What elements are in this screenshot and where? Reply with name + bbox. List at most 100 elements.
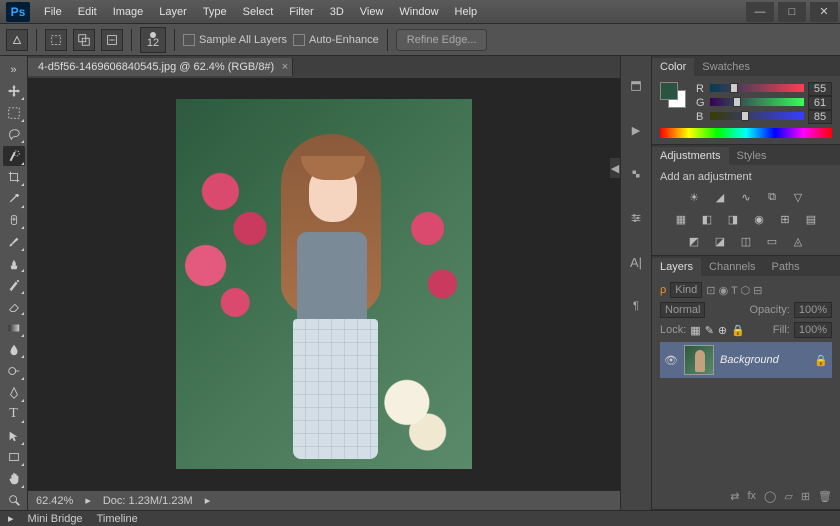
g-value[interactable]: 61 — [808, 96, 832, 110]
clone-stamp-tool[interactable] — [3, 254, 25, 274]
type-tool[interactable]: T — [3, 405, 25, 425]
menu-select[interactable]: Select — [235, 2, 282, 22]
expand-icon[interactable]: ▸ — [8, 512, 14, 525]
link-layers-icon[interactable]: ⇄ — [730, 490, 739, 503]
close-tab-icon[interactable]: × — [282, 61, 288, 73]
blend-mode-select[interactable]: Normal — [660, 302, 705, 318]
hand-tool[interactable] — [3, 469, 25, 489]
brush-tool[interactable] — [3, 232, 25, 252]
b-value[interactable]: 85 — [808, 110, 832, 124]
menu-layer[interactable]: Layer — [151, 2, 195, 22]
lookup-icon[interactable]: ▤ — [802, 211, 820, 227]
character-panel-icon[interactable]: A| — [626, 252, 646, 272]
refine-edge-button[interactable]: Refine Edge... — [396, 29, 488, 51]
menu-3d[interactable]: 3D — [322, 2, 352, 22]
new-layer-icon[interactable]: ⊞ — [801, 490, 810, 503]
sample-all-layers-checkbox[interactable]: Sample All Layers — [183, 34, 287, 46]
fill-input[interactable]: 100% — [794, 322, 832, 338]
blur-tool[interactable] — [3, 340, 25, 360]
gradient-tool[interactable] — [3, 318, 25, 338]
menu-type[interactable]: Type — [195, 2, 235, 22]
menu-window[interactable]: Window — [391, 2, 446, 22]
hue-sat-icon[interactable]: ▦ — [672, 211, 690, 227]
collapse-icon[interactable]: » — [3, 60, 25, 80]
layer-style-icon[interactable]: fx — [747, 490, 756, 503]
bw-icon[interactable]: ◨ — [724, 211, 742, 227]
history-brush-tool[interactable] — [3, 275, 25, 295]
tab-adjustments[interactable]: Adjustments — [652, 147, 729, 165]
maximize-button[interactable]: □ — [778, 2, 806, 22]
vibrance-icon[interactable]: ▽ — [789, 189, 807, 205]
layer-thumbnail[interactable] — [684, 345, 714, 375]
tab-channels[interactable]: Channels — [701, 258, 763, 276]
gradient-map-icon[interactable]: ▭ — [763, 233, 781, 249]
eraser-tool[interactable] — [3, 297, 25, 317]
new-group-icon[interactable]: ▱ — [784, 490, 792, 503]
tab-color[interactable]: Color — [652, 58, 694, 76]
actions-panel-icon[interactable]: ▶ — [626, 120, 646, 140]
minimize-button[interactable]: — — [746, 2, 774, 22]
quick-selection-tool[interactable] — [3, 146, 25, 166]
menu-file[interactable]: File — [36, 2, 70, 22]
lock-position-icon[interactable]: ⊕ — [718, 324, 727, 337]
dodge-tool[interactable] — [3, 361, 25, 381]
mini-bridge-tab[interactable]: Mini Bridge — [28, 513, 83, 525]
color-balance-icon[interactable]: ◧ — [698, 211, 716, 227]
chevron-right-icon[interactable]: ▸ — [85, 494, 91, 507]
pen-tool[interactable] — [3, 383, 25, 403]
zoom-level[interactable]: 62.42% — [36, 495, 73, 507]
posterize-icon[interactable]: ◪ — [711, 233, 729, 249]
close-button[interactable]: ✕ — [810, 2, 838, 22]
subtract-selection-icon[interactable] — [101, 29, 123, 51]
eyedropper-tool[interactable] — [3, 189, 25, 209]
timeline-tab[interactable]: Timeline — [97, 513, 138, 525]
zoom-tool[interactable] — [3, 491, 25, 511]
crop-tool[interactable] — [3, 168, 25, 188]
invert-icon[interactable]: ◩ — [685, 233, 703, 249]
move-tool[interactable] — [3, 82, 25, 102]
brightness-icon[interactable]: ☀ — [685, 189, 703, 205]
tab-styles[interactable]: Styles — [729, 147, 775, 165]
photo-filter-icon[interactable]: ◉ — [750, 211, 768, 227]
path-selection-tool[interactable] — [3, 426, 25, 446]
lock-all-icon[interactable]: 🔒 — [731, 324, 745, 337]
r-value[interactable]: 55 — [808, 82, 832, 96]
brushes-panel-icon[interactable] — [626, 208, 646, 228]
new-selection-icon[interactable] — [45, 29, 67, 51]
foreground-background-swatch[interactable] — [660, 82, 686, 108]
history-panel-icon[interactable] — [626, 76, 646, 96]
lasso-tool[interactable] — [3, 125, 25, 145]
menu-image[interactable]: Image — [105, 2, 152, 22]
tool-preset-icon[interactable] — [6, 29, 28, 51]
rectangle-tool[interactable] — [3, 448, 25, 468]
menu-help[interactable]: Help — [447, 2, 486, 22]
marquee-tool[interactable] — [3, 103, 25, 123]
brush-size-picker[interactable]: 12 — [140, 27, 166, 53]
lock-transparency-icon[interactable]: ▦ — [690, 324, 700, 337]
selective-color-icon[interactable]: ◬ — [789, 233, 807, 249]
document-tab[interactable]: 4-d5f56-1469606840545.jpg @ 62.4% (RGB/8… — [28, 58, 293, 76]
layer-mask-icon[interactable]: ◯ — [764, 490, 776, 503]
visibility-icon[interactable]: 👁 — [664, 354, 678, 367]
filter-kind-select[interactable]: Kind — [670, 282, 702, 298]
threshold-icon[interactable]: ◫ — [737, 233, 755, 249]
menu-filter[interactable]: Filter — [281, 2, 321, 22]
panel-collapse-icon[interactable]: ◀ — [610, 158, 620, 178]
menu-edit[interactable]: Edit — [70, 2, 105, 22]
g-slider[interactable] — [710, 98, 804, 108]
layer-row[interactable]: 👁 Background 🔒 — [660, 342, 832, 378]
levels-icon[interactable]: ◢ — [711, 189, 729, 205]
channel-mixer-icon[interactable]: ⊞ — [776, 211, 794, 227]
tab-swatches[interactable]: Swatches — [694, 58, 758, 76]
healing-brush-tool[interactable] — [3, 211, 25, 231]
delete-layer-icon[interactable]: 🗑 — [818, 490, 832, 503]
add-selection-icon[interactable] — [73, 29, 95, 51]
canvas[interactable]: ◀ — [28, 78, 620, 490]
tab-paths[interactable]: Paths — [764, 258, 808, 276]
b-slider[interactable] — [710, 112, 804, 122]
menu-view[interactable]: View — [352, 2, 392, 22]
properties-panel-icon[interactable] — [626, 164, 646, 184]
tab-layers[interactable]: Layers — [652, 258, 701, 276]
r-slider[interactable] — [710, 84, 804, 94]
hue-strip[interactable] — [660, 128, 832, 138]
